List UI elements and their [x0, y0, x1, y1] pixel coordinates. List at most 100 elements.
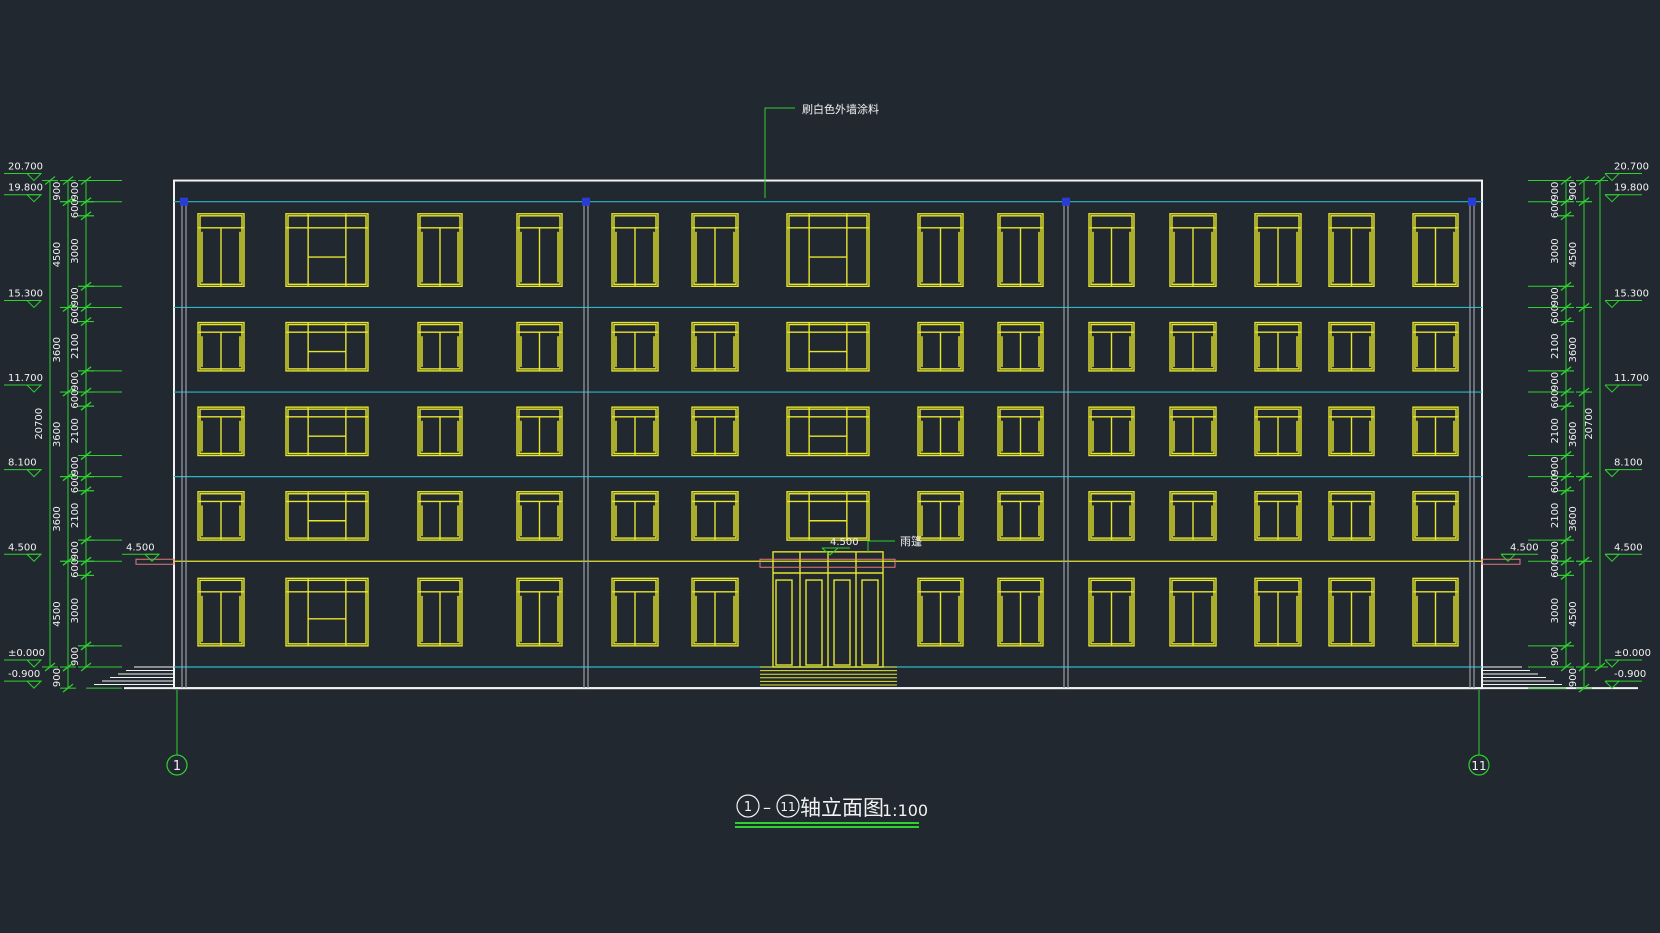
window: [1412, 577, 1459, 647]
level-triangle: [144, 553, 161, 562]
entrance-door-leaf: [775, 579, 793, 666]
level-label: ±0.000: [1614, 648, 1651, 659]
window: [197, 213, 245, 288]
window: [197, 406, 245, 457]
window: [997, 321, 1044, 372]
level-marker: 11.700: [1604, 373, 1649, 393]
dim-label: 4500: [52, 242, 63, 267]
dim-label: 2100: [70, 333, 81, 358]
window: [1412, 213, 1459, 288]
window: [1088, 406, 1135, 457]
window: [786, 491, 870, 541]
window: [1254, 577, 1302, 647]
window: [691, 406, 739, 457]
window: [197, 321, 245, 372]
window: [786, 321, 870, 372]
window-frame-inner: [287, 408, 367, 455]
window: [417, 406, 463, 457]
level-triangle: [26, 659, 43, 668]
dim-label: 900: [1550, 372, 1561, 391]
canopy-level-label: 4.500: [830, 537, 859, 548]
level-label: 11.700: [8, 373, 43, 384]
axis-right-label: 11: [1471, 759, 1486, 773]
dim-label: 2100: [1550, 418, 1561, 443]
window-frame: [786, 406, 870, 457]
dim-label: 4500: [52, 601, 63, 626]
level-marker: 20.700: [4, 162, 43, 182]
dim-label: 3600: [1568, 422, 1579, 447]
dim-label: 4500: [1568, 242, 1579, 267]
window: [691, 491, 739, 541]
dim-label: 4500: [1568, 601, 1579, 626]
level-triangle: [26, 680, 43, 689]
window: [1328, 213, 1375, 288]
column-marker: [180, 197, 188, 206]
level-label: 8.100: [1614, 458, 1643, 469]
level-marker: 4.500: [4, 542, 43, 562]
window: [516, 406, 563, 457]
title-axis-start: 1: [744, 800, 752, 815]
level-marker: ±0.000: [1604, 648, 1651, 668]
level-triangle: [26, 469, 43, 478]
level-triangle: [1604, 173, 1621, 182]
window: [285, 213, 369, 288]
window-frame-inner: [287, 323, 367, 370]
window: [917, 321, 964, 372]
window: [1169, 213, 1217, 288]
window: [611, 491, 659, 541]
dim-label: 3600: [52, 337, 63, 362]
window-frame: [285, 491, 369, 541]
window: [611, 406, 659, 457]
axis-bubble-right: 11: [1468, 690, 1490, 776]
dim-label: 900: [70, 182, 81, 201]
window-frame: [786, 213, 870, 288]
title-dash: –: [763, 798, 771, 817]
level-marker: 19.800: [4, 183, 43, 203]
dim-label: 2100: [1550, 503, 1561, 528]
window-frame-inner: [788, 323, 868, 370]
elevation-drawing: 900 600 3000 900 600 2100 900 600 2100 900 600 2100…: [0, 0, 1660, 929]
dim-label: 900: [1550, 541, 1561, 560]
window: [997, 491, 1044, 541]
level-marker: 11.700: [4, 373, 43, 393]
dim-label: 900: [70, 287, 81, 306]
window-frame-inner: [287, 493, 367, 539]
window: [1169, 577, 1217, 647]
level-triangle: [1604, 553, 1621, 562]
entrance-door-leaf: [833, 579, 851, 666]
level-marker: 8.100: [4, 458, 43, 478]
window: [611, 321, 659, 372]
dim-label: 900: [70, 541, 81, 560]
level-label: 4.500: [8, 542, 37, 553]
window: [516, 491, 563, 541]
level-triangle: [1604, 680, 1621, 689]
level-label: 20.700: [8, 162, 43, 173]
window: [786, 406, 870, 457]
wall-finish-label: 刷白色外墙涂料: [802, 102, 879, 116]
window: [1169, 491, 1217, 541]
dim-label: 2100: [70, 503, 81, 528]
level-label: 19.800: [1614, 183, 1649, 194]
column-marker: [1062, 197, 1070, 206]
window-frame: [285, 577, 369, 647]
dim-label: 900: [1550, 287, 1561, 306]
window: [1328, 321, 1375, 372]
window: [611, 577, 659, 647]
window: [917, 491, 964, 541]
window: [417, 213, 463, 288]
window: [786, 213, 870, 288]
dim-label: 900: [1550, 182, 1561, 201]
window-frame: [285, 321, 369, 372]
level-marker: -0.900: [1604, 669, 1646, 689]
window: [417, 321, 463, 372]
level-triangle: [1604, 299, 1621, 309]
window: [1412, 491, 1459, 541]
dim-label: 2100: [1550, 333, 1561, 358]
level-triangle: [1604, 469, 1621, 478]
dim-label: 3000: [70, 598, 81, 623]
drawing-canvas: 9006003000900600210090060021009006002100…: [4, 102, 1651, 828]
level-marker: 4.500: [122, 542, 161, 562]
side-ledge-left: [135, 558, 175, 565]
dim-label: 900: [70, 457, 81, 476]
window: [997, 577, 1044, 647]
